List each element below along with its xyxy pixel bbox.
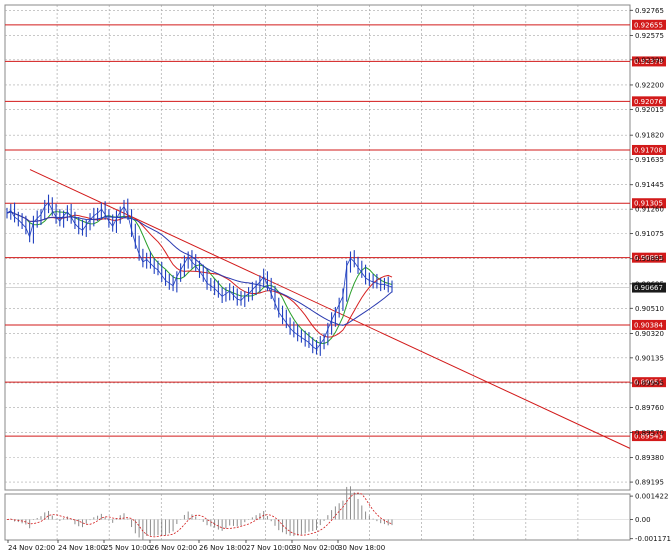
osc-signal-line <box>6 492 393 538</box>
level-tag-label: 0.92655 <box>634 21 663 29</box>
price-tick-label: 0.89195 <box>635 479 664 487</box>
time-tick-label: 30 Nov 02:00 <box>292 544 339 552</box>
time-tick-label: 26 Nov 18:00 <box>199 544 246 552</box>
oscillator-plot-border <box>4 493 631 541</box>
time-tick-label: 24 Nov 18:00 <box>58 544 105 552</box>
osc-tick-label: -0.001171 <box>635 535 671 543</box>
chart-grid <box>4 4 631 541</box>
price-tick-label: 0.90320 <box>635 330 664 338</box>
level-tag-label: 0.90384 <box>634 321 663 329</box>
price-tick-label: 0.92015 <box>635 106 664 114</box>
osc-tick-label: 0.001422 <box>635 493 668 501</box>
level-tag-label: 0.92076 <box>634 98 663 106</box>
time-tick-label: 30 Nov 18:00 <box>338 544 385 552</box>
price-tick-label: 0.90510 <box>635 305 664 313</box>
chart-frame: 0.92655 0.92378 0.92076 0.91708 0.91305 0.908… <box>0 0 672 558</box>
price-tick-label: 0.90135 <box>635 354 664 362</box>
price-tick-label: 0.89380 <box>635 454 664 462</box>
price-tick-label: 0.92765 <box>635 7 664 15</box>
time-axis: 24 Nov 02:00 24 Nov 18:0025 Nov 10:0026 N… <box>7 540 385 552</box>
price-tick-label: 0.89760 <box>635 404 664 412</box>
price-tick-label: 0.91445 <box>635 181 664 189</box>
price-tick-label: 0.90695 <box>635 280 664 288</box>
horizontal-levels: 0.926550.923780.920760.917080.913050.908… <box>5 19 666 442</box>
oscillator-panel: 0.001422 0.00 -0.001171 <box>5 486 671 543</box>
time-tick-label: 26 Nov 02:00 <box>150 544 197 552</box>
price-tick-label: 0.92575 <box>635 32 664 40</box>
price-tick-label: 0.91075 <box>635 230 664 238</box>
time-tick-label: 24 Nov 02:00 <box>8 544 55 552</box>
price-tick-label: 0.90885 <box>635 255 664 263</box>
time-tick-label: 27 Nov 10:00 <box>246 544 293 552</box>
price-chart: 0.926550.923780.920760.917080.913050.908… <box>4 4 671 552</box>
price-tick-label: 0.92390 <box>635 56 664 64</box>
osc-tick-label: 0.00 <box>635 516 651 524</box>
price-tick-label: 0.89570 <box>635 429 664 437</box>
price-tick-label: 0.91635 <box>635 156 664 164</box>
price-bars <box>6 194 393 356</box>
time-tick-label: 25 Nov 10:00 <box>104 544 151 552</box>
price-tick-label: 0.91260 <box>635 206 664 214</box>
price-tick-label: 0.92200 <box>635 81 664 89</box>
level-tag-label: 0.91708 <box>634 146 663 154</box>
price-tick-label: 0.89945 <box>635 379 664 387</box>
price-tick-label: 0.91820 <box>635 132 664 140</box>
price-axis: 0.92765 0.92575 0.92390 0.92200 0.92015 0.918… <box>630 7 664 487</box>
